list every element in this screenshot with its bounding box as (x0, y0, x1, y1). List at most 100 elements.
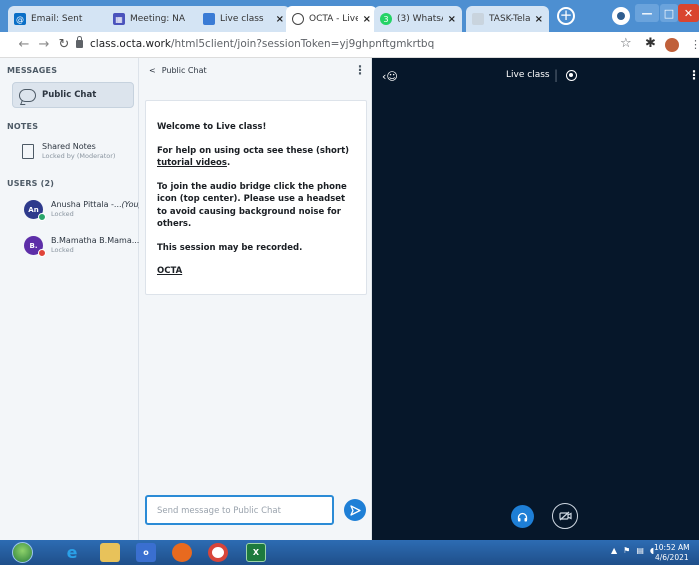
session-options-kebab-icon[interactable]: ⋮ (688, 68, 699, 82)
user-list-item[interactable]: An Anusha Pittala -...(You) Locked (24, 200, 142, 221)
chrome-icon[interactable] (208, 543, 228, 562)
clock-time: 10:52 AM (654, 543, 690, 552)
user-name: B.Mamatha B.Mama... (51, 236, 139, 245)
chat-message-input[interactable]: Send message to Public Chat (145, 495, 334, 525)
public-chat-panel: < Public Chat ⋮ Welcome to Live class! F… (139, 58, 372, 540)
user-name: Anusha Pittala -...(You) (51, 200, 142, 209)
page-icon (203, 13, 215, 25)
headphones-icon (517, 512, 528, 521)
minimize-button[interactable]: — (635, 4, 659, 22)
address-bar[interactable]: class.octa.work/html5client/join?session… (90, 38, 434, 50)
toggle-user-list-icon[interactable]: ‹☺ (382, 70, 398, 83)
chat-bubble-icon (19, 88, 36, 102)
welcome-message: Welcome to Live class! For help on using… (145, 100, 367, 295)
calendar-icon: ▦ (113, 13, 125, 25)
sidebar-item-public-chat[interactable]: Public Chat (12, 82, 134, 108)
maximize-button[interactable]: □ (660, 4, 678, 22)
share-webcam-button[interactable] (552, 503, 578, 529)
user-lock-status: Locked (51, 210, 74, 218)
send-arrow-icon (349, 504, 361, 516)
octa-app: MESSAGES Public Chat NOTES Shared Notes … (0, 58, 699, 540)
outlook-icon: @ (14, 13, 26, 25)
microphone-status-icon (38, 213, 46, 221)
back-arrow-icon[interactable]: ← (14, 37, 34, 52)
url-host: class.octa.work (90, 38, 171, 50)
sidebar-item-shared-notes[interactable]: Shared Notes Locked by (Moderator) (22, 142, 115, 160)
system-clock[interactable]: 10:52 AM 4/6/2021 (654, 543, 690, 563)
help-prefix: For help on using octa see these (short) (157, 145, 350, 156)
system-tray: ▲ ⚑ ▤ ◖ (611, 546, 654, 555)
lock-icon (76, 36, 83, 48)
join-audio-headphones-button[interactable] (511, 505, 534, 528)
recording-indicator-icon[interactable] (566, 70, 577, 81)
tab-whatsapp[interactable]: 3 (3) WhatsAp × (374, 6, 462, 32)
tab-title: TASK-Telang (489, 14, 530, 24)
tab-email[interactable]: @ Email: Sent × (8, 6, 123, 32)
windows-start-icon[interactable] (12, 542, 33, 563)
avatar-initials: B. (29, 241, 38, 250)
send-message-button[interactable] (344, 499, 366, 521)
close-tab-icon[interactable]: × (363, 14, 371, 25)
file-explorer-icon[interactable] (100, 543, 120, 562)
user-list-sidebar: MESSAGES Public Chat NOTES Shared Notes … (0, 58, 142, 540)
extension-puzzle-icon[interactable]: ✱ (645, 36, 656, 51)
browser-tab-strip: @ Email: Sent × ▦ Meeting: NA × Live cla… (0, 0, 699, 32)
network-icon[interactable]: ▤ (636, 546, 644, 555)
notes-section-label: NOTES (7, 122, 39, 131)
tab-octa-active[interactable]: OCTA - Live × (286, 6, 377, 32)
tab-title: Live class (220, 14, 264, 24)
user-name-text: Anusha Pittala -... (51, 200, 122, 209)
tutorial-videos-link[interactable]: tutorial videos (157, 158, 227, 168)
presentation-area: ‹☺ Live class | ⋮ (372, 58, 699, 540)
close-tab-icon[interactable]: × (535, 14, 543, 25)
close-tab-icon[interactable]: × (276, 14, 284, 25)
shared-notes-status: Locked by (Moderator) (42, 152, 116, 160)
tab-title: OCTA - Live (309, 14, 358, 24)
avatar-initials: An (28, 205, 39, 214)
notes-icon (22, 144, 34, 159)
action-center-flag-icon[interactable]: ⚑ (623, 546, 630, 555)
help-text: For help on using octa see these (short)… (157, 145, 355, 170)
help-suffix: . (226, 158, 231, 168)
windows-taskbar: e o X ▲ ⚑ ▤ ◖ 10:52 AM 4/6/2021 (0, 540, 699, 565)
show-hidden-icons-icon[interactable]: ▲ (611, 546, 617, 555)
avatar: An (24, 200, 46, 221)
bookmark-star-icon[interactable]: ☆ (620, 36, 632, 51)
tab-title: (3) WhatsAp (397, 14, 443, 24)
microphone-muted-icon (38, 249, 46, 257)
browser-menu-icon[interactable]: ⋮ (690, 38, 699, 51)
shared-notes-title: Shared Notes (42, 142, 96, 151)
recording-notice: This session may be recorded. (157, 242, 303, 253)
reload-icon[interactable]: ↻ (54, 37, 74, 52)
octa-link[interactable]: OCTA (157, 265, 355, 278)
browser-toolbar: ← → ↻ class.octa.work/html5client/join?s… (0, 32, 699, 58)
internet-explorer-icon[interactable]: e (62, 543, 82, 562)
outlook-taskbar-icon[interactable]: o (136, 543, 156, 562)
user-lock-status: Locked (51, 246, 74, 254)
tab-live-class[interactable]: Live class × (197, 6, 290, 32)
close-window-button[interactable]: ✕ (678, 4, 699, 22)
avatar: B. (24, 236, 46, 257)
forward-arrow-icon[interactable]: → (34, 37, 54, 52)
chat-header-back-button[interactable]: < Public Chat (149, 66, 207, 75)
profile-icon[interactable] (612, 7, 630, 25)
tab-title: Meeting: NA (130, 14, 186, 24)
excel-icon[interactable]: X (246, 543, 266, 562)
user-list-item[interactable]: B. B.Mamatha B.Mama... Locked (24, 236, 139, 257)
close-tab-icon[interactable]: × (448, 14, 456, 25)
public-chat-label: Public Chat (42, 90, 97, 100)
account-avatar-icon[interactable] (665, 38, 679, 52)
chat-options-kebab-icon[interactable]: ⋮ (354, 63, 366, 77)
session-title: Live class (506, 70, 550, 80)
chevron-left-icon: < (149, 66, 156, 75)
chat-title: Public Chat (161, 66, 207, 75)
url-path: /html5client/join?sessionToken=yj9ghpnft… (170, 38, 435, 50)
user-name-text: B.Mamatha B.Mama... (51, 236, 140, 245)
clock-date: 4/6/2021 (654, 553, 689, 562)
new-tab-button[interactable]: + (557, 7, 575, 25)
firefox-icon[interactable] (172, 543, 192, 562)
tab-task[interactable]: TASK-Telang × (466, 6, 549, 32)
tab-title: Email: Sent (31, 14, 83, 24)
title-separator: | (554, 68, 559, 82)
camera-off-icon (558, 511, 572, 521)
